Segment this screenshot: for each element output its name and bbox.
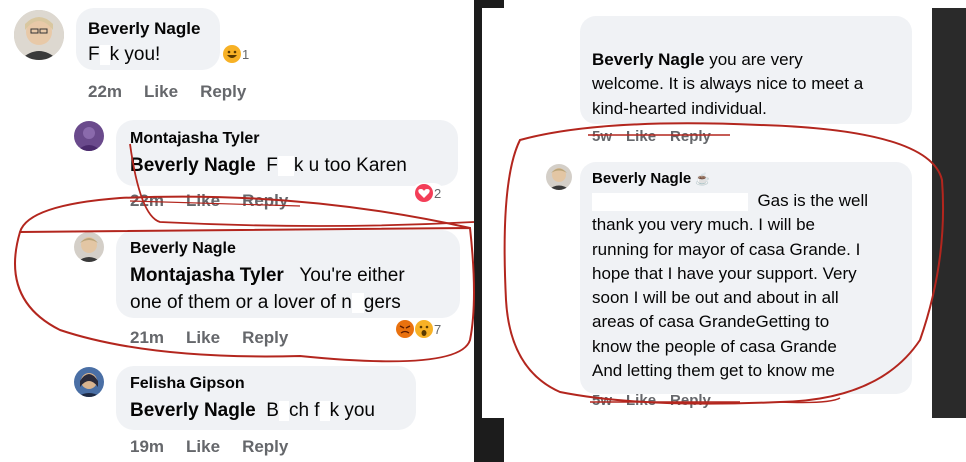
comment-text: Beverly Nagle Fk u too Karen [130, 155, 407, 176]
reaction-badge[interactable]: 1 [220, 44, 253, 64]
comment-actions: 19m Like Reply [130, 437, 310, 457]
avatar[interactable] [74, 121, 104, 151]
mention-link[interactable]: Montajasha Tyler [130, 265, 284, 286]
comment-text-line: Montajasha Tyler You're either [130, 265, 405, 286]
comment-text: Gas is the well thank you very much. I w… [592, 191, 868, 381]
reaction-count: 1 [242, 46, 250, 62]
avatar-photo-icon [14, 10, 64, 60]
comment-author[interactable]: Beverly Nagle [130, 240, 236, 258]
reaction-badge[interactable]: 2 [412, 183, 445, 203]
avatar[interactable] [14, 10, 64, 60]
reply-link[interactable]: Reply [200, 82, 246, 101]
reaction-count: 2 [434, 185, 442, 201]
like-link[interactable]: Like [186, 437, 220, 456]
reply-link[interactable]: Reply [670, 392, 711, 409]
left-comment-thread: Beverly Nagle Fk you! 1 22m Like Reply Mon… [0, 0, 474, 462]
avatar[interactable] [74, 367, 104, 397]
comment-actions: 22m Like Reply [130, 191, 310, 211]
comment-time[interactable]: 19m [130, 437, 164, 456]
comment-author[interactable]: Beverly Nagle [88, 19, 200, 39]
coffee-cup-icon: ☕ [695, 172, 711, 186]
comment-text: Beverly Nagle Bch fk you [130, 400, 375, 421]
mention-link[interactable]: Beverly Nagle [130, 400, 256, 421]
like-link[interactable]: Like [626, 128, 656, 145]
comment-author[interactable]: Beverly Nagle ☕ [592, 170, 710, 187]
right-comment-thread: Beverly Nagle you are very welcome. It i… [482, 8, 932, 418]
love-reaction-icon [415, 184, 433, 202]
avatar[interactable] [546, 164, 572, 190]
comment-actions: 5w Like Reply [592, 128, 725, 145]
like-link[interactable]: Like [144, 82, 178, 101]
avatar-photo-icon [74, 121, 104, 151]
avatar-photo-icon [546, 164, 572, 190]
comment-text-line: one of them or a lover of n gers [130, 292, 401, 313]
comment-time[interactable]: 5w [592, 128, 612, 145]
comment-time[interactable]: 22m [88, 82, 122, 101]
panel-border [928, 8, 966, 418]
avatar-photo-icon [74, 367, 104, 397]
mention-link[interactable]: Beverly Nagle [130, 155, 256, 176]
comment-time[interactable]: 22m [130, 191, 164, 210]
avatar-photo-icon [74, 232, 104, 262]
reaction-badge[interactable]: 7 [393, 319, 445, 339]
like-link[interactable]: Like [186, 328, 220, 347]
comment-author[interactable]: Felisha Gipson [130, 375, 245, 393]
avatar[interactable] [74, 232, 104, 262]
mention-link[interactable]: Beverly Nagle [592, 50, 704, 69]
comment-text: Fk you! [88, 44, 161, 65]
reply-link[interactable]: Reply [670, 128, 711, 145]
comment-actions: 22m Like Reply [88, 82, 268, 102]
haha-reaction-icon [223, 45, 241, 63]
angry-reaction-icon [396, 320, 414, 338]
comment-text: Beverly Nagle you are very welcome. It i… [592, 50, 864, 118]
comment-time[interactable]: 21m [130, 328, 164, 347]
wow-reaction-icon [415, 320, 433, 338]
reaction-count: 7 [434, 321, 442, 337]
reply-link[interactable]: Reply [242, 191, 288, 210]
reply-link[interactable]: Reply [242, 328, 288, 347]
comment-author[interactable]: Montajasha Tyler [130, 130, 260, 148]
reply-link[interactable]: Reply [242, 437, 288, 456]
comment-time[interactable]: 5w [592, 392, 612, 409]
comment-actions: 5w Like Reply [592, 392, 725, 409]
comment-actions: 21m Like Reply [130, 328, 310, 348]
like-link[interactable]: Like [186, 191, 220, 210]
like-link[interactable]: Like [626, 392, 656, 409]
